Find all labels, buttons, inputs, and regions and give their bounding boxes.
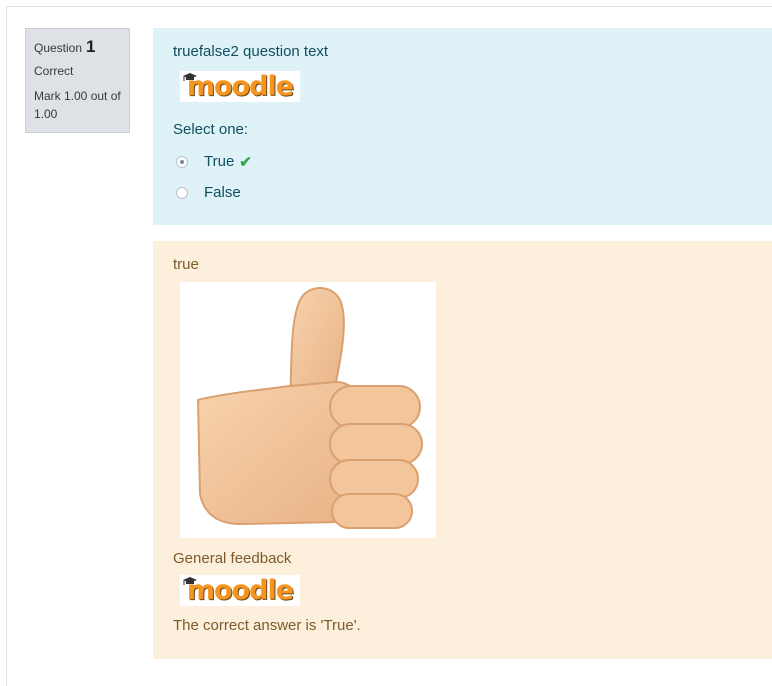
answer-prompt: Select one: [173,121,249,138]
question-state: Correct [34,64,74,78]
moodle-logo-feedback: moodle [180,575,300,606]
question-label: Question [34,41,83,55]
radio-true[interactable] [176,155,188,168]
general-feedback-label: General feedback [173,550,292,567]
option-false[interactable]: False [173,177,772,208]
option-true[interactable]: True ✔ [173,146,772,177]
question-grade: Mark 1.00 out of 1.00 [34,89,121,121]
question-formulation: truefalse2 question text moodle Select o… [153,28,772,225]
moodle-logo-text: moodle [186,71,294,102]
question-number-value: 1 [86,37,96,56]
graduation-cap-icon [183,73,197,81]
graduation-cap-icon [183,577,197,585]
right-answer: The correct answer is 'True'. [173,617,361,634]
thumbs-up-image [180,282,436,538]
radio-false[interactable] [176,186,188,199]
thumbs-up-icon [196,287,423,529]
question-number: Question 1 [34,37,121,57]
moodle-logo: moodle [180,71,300,102]
option-true-label[interactable]: True [204,153,234,170]
check-icon: ✔ [239,153,252,171]
option-false-label[interactable]: False [204,184,241,201]
specific-feedback: true [173,256,199,273]
feedback-panel: true General feedback moodle The correct… [153,241,772,659]
question-text: truefalse2 question text [173,43,329,60]
question-info-panel: Question 1 Correct Mark 1.00 out of 1.00 [25,28,130,133]
moodle-logo-text: moodle [186,575,294,606]
